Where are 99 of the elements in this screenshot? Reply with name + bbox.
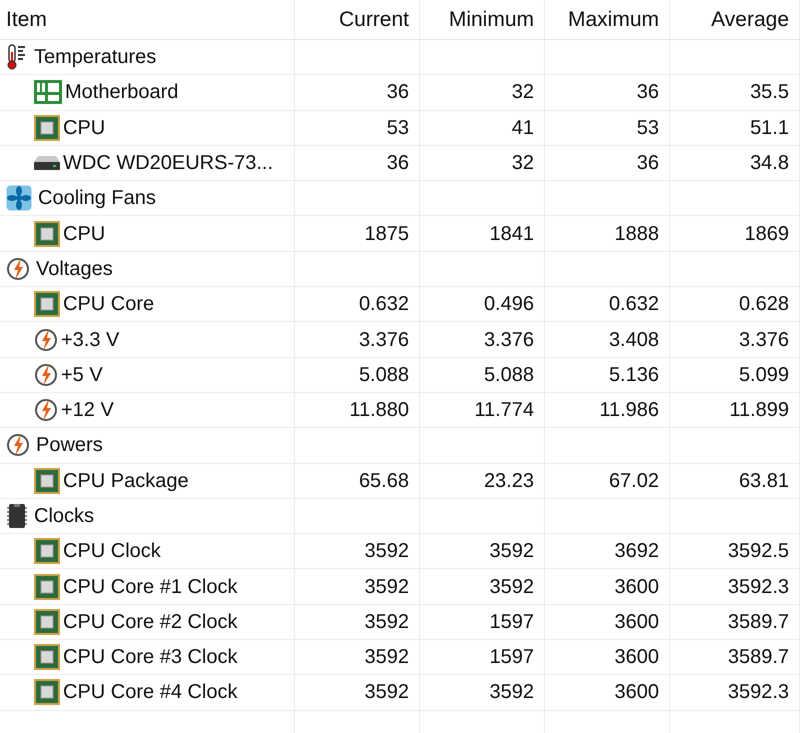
value-cell-text: 5.088 bbox=[358, 362, 409, 388]
value-cell-text: 67.02 bbox=[608, 468, 659, 494]
column-header[interactable]: Maximum bbox=[568, 4, 659, 36]
value-cell-text: 0.632 bbox=[608, 292, 659, 318]
value-cell-text: 3592.3 bbox=[728, 574, 789, 600]
cpu-chip-icon bbox=[34, 574, 60, 600]
value-cell-text: 32 bbox=[512, 151, 534, 176]
sensor-name[interactable]: CPU bbox=[63, 112, 106, 143]
value-cell-text: 53 bbox=[636, 116, 659, 141]
column-header[interactable]: Average bbox=[711, 4, 789, 36]
value-cell-text: 63.81 bbox=[738, 468, 789, 494]
column-header[interactable]: Current bbox=[338, 4, 409, 36]
value-cell-text: 34.8 bbox=[750, 151, 789, 176]
value-cell-text: 51.1 bbox=[750, 116, 789, 141]
value-cell-text: 3.376 bbox=[358, 328, 409, 353]
value-cell-text: 5.099 bbox=[738, 362, 789, 388]
value-cell-text: 1875 bbox=[364, 222, 409, 247]
sensor-name[interactable]: +5 V bbox=[61, 360, 103, 390]
sensor-name[interactable]: Motherboard bbox=[65, 77, 178, 108]
lightning-bolt-icon bbox=[6, 256, 30, 282]
lightning-bolt-icon bbox=[6, 432, 30, 458]
value-cell-text: 3600 bbox=[614, 645, 659, 670]
column-header[interactable]: Item bbox=[6, 4, 47, 36]
value-cell-text: 41 bbox=[512, 116, 534, 141]
value-cell-text: 5.136 bbox=[608, 362, 659, 388]
category-name[interactable]: Cooling Fans bbox=[38, 183, 156, 214]
lightning-bolt-icon bbox=[34, 326, 58, 353]
category-name[interactable]: Temperatures bbox=[34, 42, 156, 72]
value-cell-text: 23.23 bbox=[484, 468, 534, 494]
value-cell-text: 3592.3 bbox=[728, 680, 789, 706]
value-cell-text: 3600 bbox=[614, 574, 659, 600]
sensor-name[interactable]: CPU Core bbox=[63, 289, 154, 320]
lightning-bolt-icon bbox=[34, 362, 58, 388]
value-cell-text: 3600 bbox=[614, 610, 659, 635]
value-cell-text: 0.632 bbox=[358, 292, 409, 318]
cpu-chip-icon bbox=[34, 468, 60, 494]
sensor-name[interactable]: CPU bbox=[63, 218, 106, 249]
value-cell-text: 53 bbox=[386, 116, 409, 141]
value-cell-text: 1841 bbox=[490, 222, 534, 247]
value-cell-text: 3.376 bbox=[738, 328, 789, 353]
value-cell-text: 0.628 bbox=[738, 292, 789, 318]
hard-drive-icon bbox=[34, 156, 60, 170]
cpu-chip-icon bbox=[34, 291, 60, 318]
value-cell-text: 11.899 bbox=[729, 398, 789, 424]
value-cell-text: 11.880 bbox=[349, 398, 409, 424]
value-cell-text: 3592 bbox=[364, 539, 409, 564]
value-cell-text: 3592 bbox=[364, 645, 409, 670]
sensor-name[interactable]: CPU Core #4 Clock bbox=[63, 677, 238, 708]
fan-icon bbox=[6, 185, 32, 212]
value-cell-text: 3.376 bbox=[484, 328, 534, 353]
value-cell-text: 1597 bbox=[490, 645, 534, 670]
sensor-name[interactable]: CPU Package bbox=[63, 466, 189, 496]
sensor-name[interactable]: +12 V bbox=[61, 395, 114, 426]
value-cell-text: 3600 bbox=[614, 680, 659, 706]
value-cell-text: 3592 bbox=[364, 574, 409, 600]
sensor-name[interactable]: CPU Clock bbox=[63, 536, 161, 566]
value-cell-text: 1597 bbox=[490, 610, 534, 635]
category-name[interactable]: Powers bbox=[36, 430, 103, 460]
sensor-name[interactable]: CPU Core #1 Clock bbox=[63, 572, 238, 602]
column-header[interactable]: Minimum bbox=[448, 4, 534, 36]
sensor-name[interactable]: WDC WD20EURS-73... bbox=[63, 148, 274, 178]
sensor-name[interactable]: +3.3 V bbox=[61, 324, 120, 355]
value-cell-text: 3.408 bbox=[608, 328, 659, 353]
value-cell-text: 65.68 bbox=[358, 468, 409, 494]
value-cell-text: 36 bbox=[636, 80, 659, 106]
cpu-chip-icon bbox=[34, 114, 60, 141]
value-cell-text: 36 bbox=[386, 80, 409, 106]
value-cell-text: 32 bbox=[512, 80, 534, 106]
thermometer-icon bbox=[6, 44, 28, 70]
cpu-chip-icon bbox=[34, 644, 60, 670]
value-cell-text: 3592 bbox=[490, 539, 534, 564]
value-cell-text: 1869 bbox=[744, 222, 789, 247]
memory-chip-icon bbox=[6, 503, 28, 529]
value-cell-text: 3592 bbox=[364, 610, 409, 635]
value-cell-text: 3592.5 bbox=[728, 539, 789, 564]
sensor-name[interactable]: CPU Core #3 Clock bbox=[63, 642, 238, 672]
value-cell-text: 0.496 bbox=[484, 292, 534, 318]
value-cell-text: 5.088 bbox=[484, 362, 534, 388]
value-cell-text: 11.986 bbox=[599, 398, 659, 424]
value-cell-text: 35.5 bbox=[750, 80, 789, 106]
value-cell-text: 3592 bbox=[364, 680, 409, 706]
sensor-name[interactable]: CPU Core #2 Clock bbox=[63, 606, 238, 637]
value-cell-text: 3692 bbox=[614, 539, 659, 564]
value-cell-text: 11.774 bbox=[474, 398, 534, 424]
value-cell-text: 3589.7 bbox=[728, 645, 789, 670]
cpu-chip-icon bbox=[34, 220, 60, 247]
value-cell-text: 3589.7 bbox=[728, 610, 789, 635]
cpu-chip-icon bbox=[34, 538, 60, 564]
value-cell-text: 1888 bbox=[614, 222, 659, 247]
cpu-chip-icon bbox=[34, 608, 60, 635]
category-name[interactable]: Clocks bbox=[34, 501, 94, 531]
value-cell-text: 3592 bbox=[490, 574, 534, 600]
value-cell-text: 36 bbox=[386, 151, 409, 176]
lightning-bolt-icon bbox=[34, 397, 58, 424]
cpu-chip-icon bbox=[34, 679, 60, 706]
value-cell-text: 36 bbox=[636, 151, 659, 176]
category-name[interactable]: Voltages bbox=[36, 254, 113, 284]
circuit-board-icon bbox=[34, 80, 62, 104]
value-cell-text: 3592 bbox=[490, 680, 534, 706]
